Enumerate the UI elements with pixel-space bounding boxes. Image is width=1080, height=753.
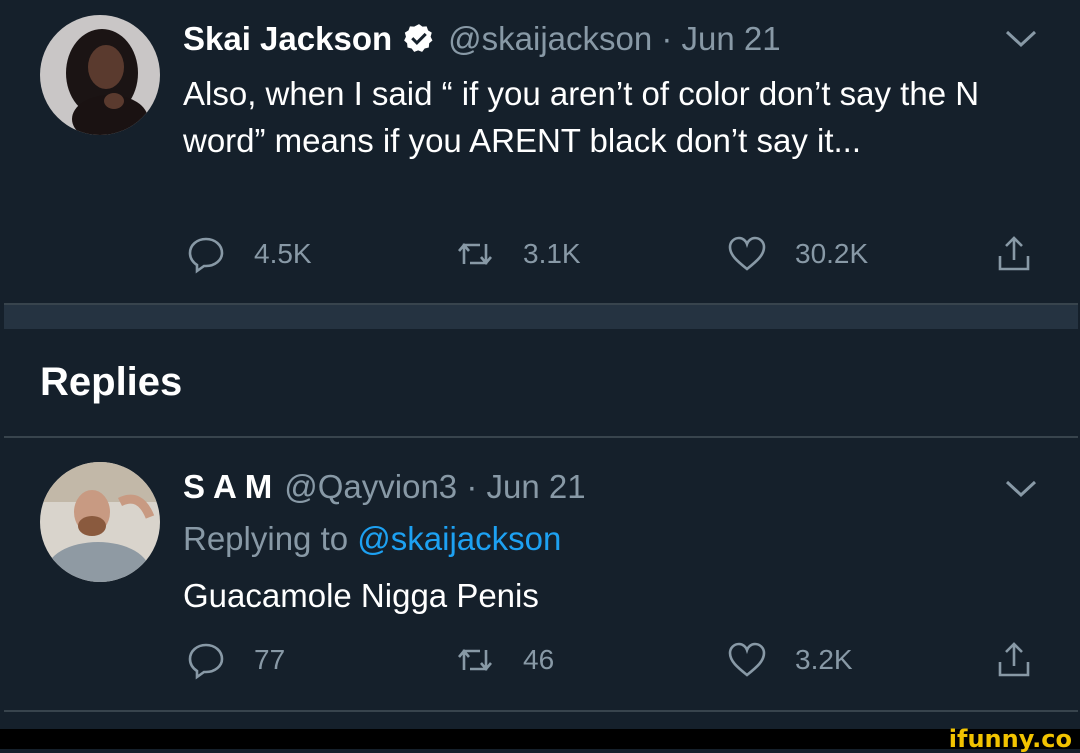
chevron-down-icon[interactable]	[1004, 478, 1038, 500]
divider	[4, 710, 1078, 712]
like-button[interactable]: 30.2K	[727, 234, 868, 274]
retweet-icon	[458, 242, 492, 266]
reply-tweet[interactable]: S A M @Qayvion3 · Jun 21 Replying to @sk…	[0, 438, 1080, 710]
verified-badge-icon	[404, 24, 433, 52]
reply-count: 4.5K	[254, 238, 312, 269]
like-button[interactable]: 3.2K	[727, 640, 853, 680]
retweet-button[interactable]: 3.1K	[455, 234, 581, 274]
retweet-count: 3.1K	[523, 238, 581, 269]
retweet-icon	[458, 648, 492, 672]
author-handle-date[interactable]: @Qayvion3 · Jun 21	[284, 468, 585, 506]
reply-icon	[188, 643, 224, 680]
reply-button[interactable]: 4.5K	[186, 234, 312, 274]
avatar-skai[interactable]	[40, 15, 160, 135]
tweet-text: Also, when I said “ if you aren’t of col…	[183, 75, 980, 159]
retweet-count: 46	[523, 644, 555, 675]
reply-icon	[188, 237, 224, 274]
author-name[interactable]: Skai Jackson	[183, 20, 392, 58]
author-name[interactable]: S A M	[183, 468, 272, 506]
reply-count: 77	[254, 644, 286, 675]
replies-heading: Replies	[40, 360, 183, 404]
retweet-button[interactable]: 46	[455, 640, 554, 680]
like-icon	[728, 642, 766, 677]
tweet-actions: 77 46 3.2K	[0, 640, 1080, 690]
like-icon	[728, 236, 766, 271]
main-tweet[interactable]: Skai Jackson @skaijackson · Jun 21 Also,…	[0, 0, 1080, 300]
share-icon[interactable]	[994, 640, 1034, 680]
share-icon[interactable]	[994, 234, 1034, 274]
like-count: 30.2K	[795, 238, 869, 269]
reply-button[interactable]: 77	[186, 640, 285, 680]
tweet-text: Guacamole Nigga Penis	[183, 577, 539, 614]
chevron-down-icon[interactable]	[1004, 28, 1038, 50]
replying-to-label: Replying to	[183, 520, 358, 557]
mention-link[interactable]: @skaijackson	[357, 520, 561, 557]
replying-to: Replying to @skaijackson	[183, 520, 561, 558]
author-handle-date[interactable]: @skaijackson · Jun 21	[448, 20, 780, 58]
section-divider	[4, 303, 1078, 329]
avatar-sam[interactable]	[40, 462, 160, 582]
watermark-bar	[0, 729, 1080, 749]
like-count: 3.2K	[795, 644, 853, 675]
tweet-actions: 4.5K 3.1K 30.2K	[0, 234, 1080, 284]
